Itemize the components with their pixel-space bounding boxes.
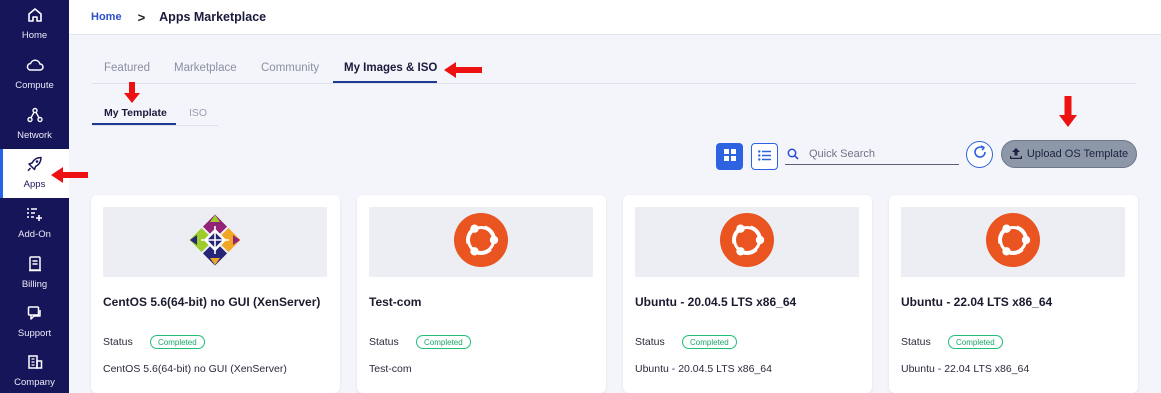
company-icon xyxy=(26,353,44,371)
ubuntu-logo-icon xyxy=(985,212,1041,273)
tab-featured[interactable]: Featured xyxy=(104,62,150,74)
status-badge: Completed xyxy=(150,335,205,349)
sidebar-item-label: Network xyxy=(17,130,52,141)
sidebar-item-label: Support xyxy=(17,328,52,339)
tab-marketplace[interactable]: Marketplace xyxy=(174,62,237,74)
upload-button-label: Upload OS Template xyxy=(1026,148,1129,160)
card-thumbnail xyxy=(103,207,327,277)
sidebar-item-home[interactable]: Home xyxy=(0,0,69,49)
support-icon xyxy=(26,304,44,322)
rocket-icon xyxy=(26,155,44,173)
card-status-label: Status xyxy=(103,336,133,348)
sidebar-item-label: Company xyxy=(14,377,55,388)
card-status-label: Status xyxy=(901,336,931,348)
annotation-arrow-down-icon xyxy=(124,82,140,103)
refresh-button[interactable] xyxy=(966,141,993,168)
search-box xyxy=(785,143,959,165)
active-tab-indicator xyxy=(333,81,437,83)
network-icon xyxy=(26,106,44,124)
annotation-arrow-down-icon xyxy=(1059,96,1077,127)
card-title: Ubuntu - 20.04.5 LTS x86_64 xyxy=(635,295,797,309)
sidebar-item-label: Billing xyxy=(21,279,48,290)
card-thumbnail xyxy=(369,207,593,277)
upload-icon xyxy=(1009,147,1023,162)
upload-os-template-button[interactable]: Upload OS Template xyxy=(1001,140,1137,168)
sidebar-item-label: Apps xyxy=(23,179,46,190)
status-badge: Completed xyxy=(948,335,1003,349)
grid-view-button[interactable] xyxy=(716,143,743,170)
card-thumbnail xyxy=(635,207,859,277)
sidebar-item-label: Home xyxy=(21,30,48,41)
sidebar-item-label: Compute xyxy=(15,80,54,91)
billing-icon xyxy=(26,255,44,273)
tab-community[interactable]: Community xyxy=(261,62,319,74)
card-description: CentOS 5.6(64-bit) no GUI (XenServer) xyxy=(103,363,287,375)
card-description: Test-com xyxy=(369,363,412,375)
sidebar-item-company[interactable]: Company xyxy=(0,347,69,393)
breadcrumb: Home > Apps Marketplace xyxy=(69,0,1161,35)
ubuntu-logo-icon xyxy=(453,212,509,273)
sub-tabs: My Template ISO xyxy=(92,102,218,126)
sidebar-item-compute[interactable]: Compute xyxy=(0,50,69,99)
subtab-my-template[interactable]: My Template xyxy=(104,107,167,119)
refresh-icon xyxy=(973,145,987,164)
annotation-arrow-left-icon xyxy=(444,62,482,78)
main-tabs: Featured Marketplace Community My Images… xyxy=(92,58,1136,84)
status-badge: Completed xyxy=(416,335,471,349)
search-icon xyxy=(787,147,801,161)
sidebar-item-support[interactable]: Support xyxy=(0,298,69,347)
cloud-icon xyxy=(26,56,44,74)
sidebar-item-network[interactable]: Network xyxy=(0,100,69,149)
template-card[interactable]: Ubuntu - 20.04.5 LTS x86_64 Status Compl… xyxy=(623,195,872,393)
breadcrumb-home-link[interactable]: Home xyxy=(91,11,122,23)
ubuntu-logo-icon xyxy=(719,212,775,273)
list-view-button[interactable] xyxy=(751,143,778,170)
card-thumbnail xyxy=(901,207,1125,277)
sidebar-item-add-on[interactable]: Add-On xyxy=(0,199,69,248)
card-status-label: Status xyxy=(369,336,399,348)
tab-my-images-iso[interactable]: My Images & ISO xyxy=(344,62,437,74)
card-status-label: Status xyxy=(635,336,665,348)
card-title: CentOS 5.6(64-bit) no GUI (XenServer) xyxy=(103,295,321,309)
card-description: Ubuntu - 22.04 LTS x86_64 xyxy=(901,363,1030,375)
centos-logo-icon xyxy=(187,212,243,273)
card-title: Ubuntu - 22.04 LTS x86_64 xyxy=(901,295,1053,309)
active-subtab-indicator xyxy=(92,123,176,125)
breadcrumb-separator: > xyxy=(137,9,146,25)
template-card[interactable]: Test-com Status Completed Test-com xyxy=(357,195,606,393)
search-input[interactable] xyxy=(809,147,949,160)
subtab-iso[interactable]: ISO xyxy=(189,107,207,119)
template-card[interactable]: CentOS 5.6(64-bit) no GUI (XenServer) St… xyxy=(91,195,340,393)
template-card[interactable]: Ubuntu - 22.04 LTS x86_64 Status Complet… xyxy=(889,195,1138,393)
sidebar-item-label: Add-On xyxy=(18,229,51,240)
card-description: Ubuntu - 20.04.5 LTS x86_64 xyxy=(635,363,772,375)
status-badge: Completed xyxy=(682,335,737,349)
add-list-icon xyxy=(26,205,44,223)
page-title: Apps Marketplace xyxy=(159,10,267,24)
sidebar-item-billing[interactable]: Billing xyxy=(0,249,69,298)
list-icon xyxy=(758,148,771,166)
sidebar: Home Compute Network Apps Add-On Billing xyxy=(0,0,69,393)
home-icon xyxy=(26,6,44,24)
grid-icon xyxy=(723,148,736,166)
annotation-arrow-left-icon xyxy=(51,167,88,183)
card-title: Test-com xyxy=(369,295,422,309)
